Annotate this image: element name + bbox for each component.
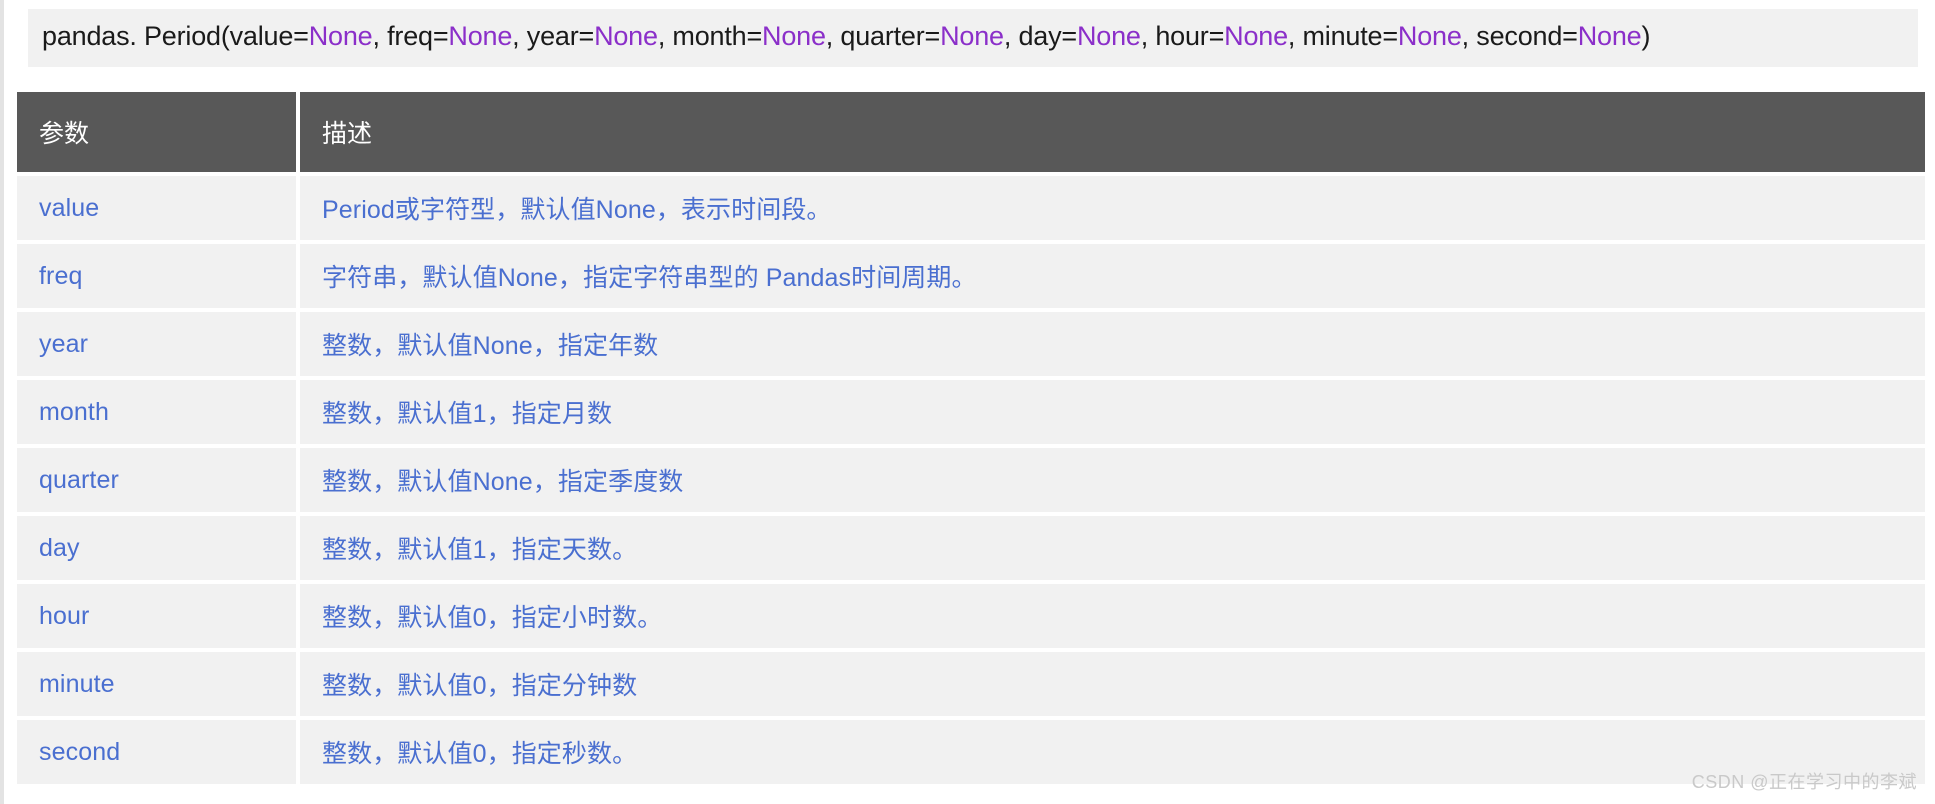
table-row: day 整数，默认值1，指定天数。 [17, 516, 1925, 580]
cell-parameter-quarter: quarter [17, 448, 300, 512]
cell-parameter-day: day [17, 516, 300, 580]
cell-description-year: 整数，默认值None，指定年数 [300, 312, 1925, 376]
signature-param-name-0: value= [229, 21, 309, 51]
table-row: month 整数，默认值1，指定月数 [17, 380, 1925, 444]
table-header-row: 参数 描述 [17, 92, 1925, 172]
parameters-table: 参数 描述 value Period或字符型，默认值None，表示时间段。 freq… [17, 88, 1925, 788]
table-row: minute 整数，默认值0，指定分钟数 [17, 652, 1925, 716]
signature-separator-4: , [1003, 21, 1019, 51]
signature-param-name-2: year= [526, 21, 595, 51]
signature-param-name-6: hour= [1155, 21, 1225, 51]
signature-suffix: ) [1641, 21, 1651, 51]
cell-parameter-year: year [17, 312, 300, 376]
cell-parameter-minute: minute [17, 652, 300, 716]
signature-prefix: pandas. Period( [42, 21, 230, 51]
signature-param-value-7: None [1397, 21, 1462, 51]
signature-param-name-8: second= [1476, 21, 1578, 51]
signature-param-name-5: day= [1018, 21, 1077, 51]
signature-separator-2: , [657, 21, 673, 51]
table-header: 参数 描述 [17, 92, 1925, 172]
signature-separator-6: , [1287, 21, 1303, 51]
cell-parameter-hour: hour [17, 584, 300, 648]
signature-text: pandas. Period(value=None, freq=None, ye… [42, 21, 1650, 51]
cell-parameter-month: month [17, 380, 300, 444]
cell-description-freq: 字符串，默认值None，指定字符串型的 Pandas时间周期。 [300, 244, 1925, 308]
signature-param-value-4: None [940, 21, 1004, 51]
signature-param-value-5: None [1076, 21, 1141, 51]
signature-separator-1: , [512, 21, 527, 51]
signature-param-value-2: None [594, 21, 658, 51]
table-row: year 整数，默认值None，指定年数 [17, 312, 1925, 376]
cell-description-quarter: 整数，默认值None，指定季度数 [300, 448, 1925, 512]
cell-description-month: 整数，默认值1，指定月数 [300, 380, 1925, 444]
signature-param-value-3: None [762, 21, 826, 51]
signature-separator-0: , [372, 21, 388, 51]
cell-description-hour: 整数，默认值0，指定小时数。 [300, 584, 1925, 648]
function-signature: pandas. Period(value=None, freq=None, ye… [28, 9, 1918, 67]
signature-param-name-7: minute= [1302, 21, 1399, 51]
table-row: quarter 整数，默认值None，指定季度数 [17, 448, 1925, 512]
table-body: value Period或字符型，默认值None，表示时间段。 freq 字符串，默认… [17, 176, 1925, 784]
cell-parameter-value: value [17, 176, 300, 240]
signature-separator-3: , [825, 21, 841, 51]
table-row: value Period或字符型，默认值None，表示时间段。 [17, 176, 1925, 240]
cell-parameter-second: second [17, 720, 300, 784]
signature-param-name-3: month= [672, 21, 763, 51]
cell-parameter-freq: freq [17, 244, 300, 308]
signature-param-name-1: freq= [387, 21, 449, 51]
table-row: second 整数，默认值0，指定秒数。 [17, 720, 1925, 784]
signature-param-value-1: None [448, 21, 513, 51]
column-header-description: 描述 [300, 92, 1925, 172]
cell-description-value: Period或字符型，默认值None，表示时间段。 [300, 176, 1925, 240]
signature-param-value-0: None [308, 21, 373, 51]
signature-separator-5: , [1140, 21, 1156, 51]
signature-param-value-6: None [1224, 21, 1288, 51]
table-row: hour 整数，默认值0，指定小时数。 [17, 584, 1925, 648]
cell-description-day: 整数，默认值1，指定天数。 [300, 516, 1925, 580]
table-row: freq 字符串，默认值None，指定字符串型的 Pandas时间周期。 [17, 244, 1925, 308]
signature-param-name-4: quarter= [840, 21, 941, 51]
document-container: pandas. Period(value=None, freq=None, ye… [0, 0, 1935, 804]
signature-separator-7: , [1461, 21, 1477, 51]
cell-description-second: 整数，默认值0，指定秒数。 [300, 720, 1925, 784]
signature-param-value-8: None [1577, 21, 1642, 51]
csdn-watermark: CSDN @正在学习中的李斌 [1691, 772, 1917, 792]
cell-description-minute: 整数，默认值0，指定分钟数 [300, 652, 1925, 716]
column-header-parameter: 参数 [17, 92, 300, 172]
